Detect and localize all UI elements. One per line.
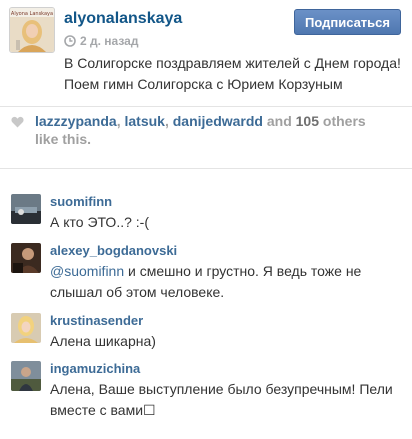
author-username[interactable]: alyonalanskaya bbox=[64, 10, 182, 28]
commenter-username[interactable]: suomifinn bbox=[50, 194, 112, 209]
avatar-image bbox=[11, 361, 41, 391]
commenter-avatar[interactable] bbox=[11, 361, 41, 391]
likes-text: lazzzypanda, latsuk, danijedwardd and 10… bbox=[35, 112, 385, 148]
likes-count[interactable]: 105 bbox=[296, 113, 319, 129]
commenter-avatar[interactable] bbox=[11, 243, 41, 273]
comment-text: Алена, Ваше выступление было безупречным… bbox=[50, 381, 393, 418]
post-caption: В Солигорске поздравляем жителей с Днем … bbox=[64, 55, 401, 92]
avatar-image bbox=[11, 313, 41, 343]
commenter-avatar[interactable] bbox=[11, 313, 41, 343]
avatar-image bbox=[11, 194, 41, 224]
liker-link[interactable]: danijedwardd bbox=[173, 113, 263, 129]
liker-link[interactable]: lazzzypanda bbox=[35, 113, 117, 129]
author-avatar[interactable]: Alyona Lanskaya bbox=[9, 7, 55, 53]
avatar-image bbox=[11, 243, 41, 273]
commenter-username[interactable]: alexey_bogdanovski bbox=[50, 243, 177, 258]
avatar-text: Alyona Lanskaya bbox=[11, 11, 53, 17]
clock-icon bbox=[64, 35, 76, 47]
comment-text: Алена шикарна) bbox=[50, 333, 156, 349]
likes-section: lazzzypanda, latsuk, danijedwardd and 10… bbox=[0, 107, 412, 168]
follow-button[interactable]: Подписаться bbox=[294, 9, 401, 35]
avatar-image: Alyona Lanskaya bbox=[10, 8, 54, 52]
liker-link[interactable]: latsuk bbox=[124, 113, 164, 129]
commenter-username[interactable]: krustinasender bbox=[50, 313, 143, 328]
commenter-avatar[interactable] bbox=[11, 194, 41, 224]
comments-list: suomifinn А кто ЭТО..? :-( alexey_bogdan… bbox=[0, 169, 412, 418]
commenter-username[interactable]: ingamuzichina bbox=[50, 361, 140, 376]
heart-icon[interactable] bbox=[11, 116, 24, 128]
likes-and: and bbox=[266, 113, 292, 129]
post-header: Alyona Lanskaya alyonalanskaya 2 д. наза… bbox=[0, 0, 412, 106]
post-time: 2 д. назад bbox=[64, 34, 138, 48]
comment-text: А кто ЭТО..? :-( bbox=[50, 214, 149, 230]
likes-separator: , bbox=[164, 113, 173, 129]
comment-text: @suomifinn и смешно и грустно. Я ведь то… bbox=[50, 261, 402, 303]
post-time-text: 2 д. назад bbox=[80, 34, 139, 48]
mention-link[interactable]: @suomifinn bbox=[50, 263, 124, 279]
